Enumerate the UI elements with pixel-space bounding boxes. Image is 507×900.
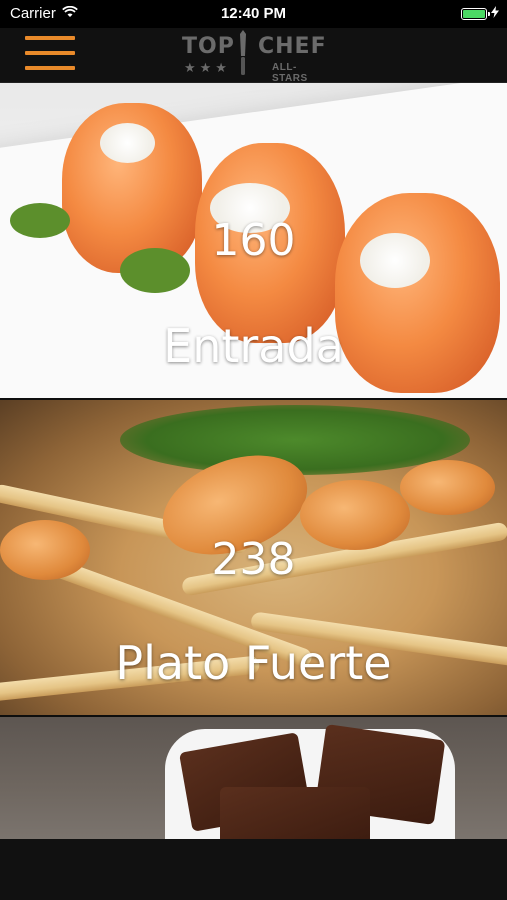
nav-bar: TOP CHEF ★★★ ALL-STARS xyxy=(0,28,507,84)
category-name: Plato Fuerte xyxy=(115,636,392,690)
category-card-dessert[interactable] xyxy=(0,717,507,839)
battery-fill xyxy=(463,9,485,18)
battery-icon xyxy=(461,7,490,20)
category-name: Entrada xyxy=(163,319,344,373)
bottom-bar xyxy=(0,839,507,900)
category-card-entrada[interactable]: 160 Entrada xyxy=(0,83,507,398)
shrimp xyxy=(400,460,495,515)
status-right xyxy=(461,5,499,22)
knife-icon xyxy=(240,30,246,75)
cream-cheese xyxy=(100,123,155,163)
logo-top: TOP xyxy=(182,34,235,59)
charging-bolt-icon xyxy=(491,5,499,22)
logo-stars: ★★★ xyxy=(184,60,231,75)
logo-subtitle: ALL-STARS xyxy=(272,62,308,84)
status-bar: Carrier 12:40 PM xyxy=(0,0,507,28)
category-card-plato-fuerte[interactable]: 238 Plato Fuerte xyxy=(0,400,507,715)
brownie xyxy=(220,787,370,839)
top-chef-logo: TOP CHEF ★★★ ALL-STARS xyxy=(180,30,330,84)
hamburger-menu-icon[interactable] xyxy=(25,34,75,72)
logo-chef: CHEF xyxy=(258,34,327,59)
category-count: 238 xyxy=(211,534,296,585)
status-time: 12:40 PM xyxy=(220,5,287,22)
category-count: 160 xyxy=(211,215,296,266)
